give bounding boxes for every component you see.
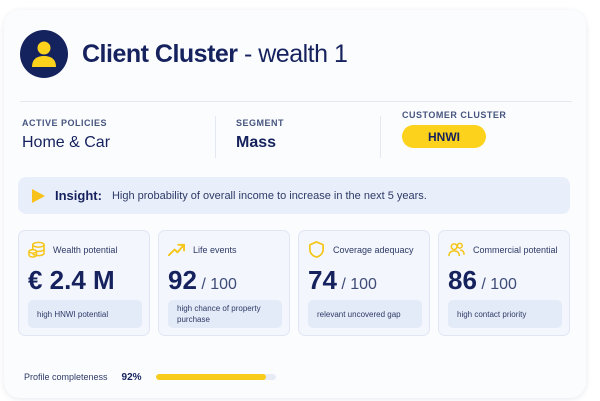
kpi-value-suffix: / 100: [476, 276, 517, 293]
progress-bar: [155, 374, 276, 380]
kpi-value: 86 / 100: [448, 265, 517, 296]
kpi-card-commercial-potential: Commercial potential 86 / 100 high conta…: [438, 230, 570, 336]
kpi-value-suffix: / 100: [196, 276, 237, 293]
coins-icon: [28, 241, 45, 258]
shield-icon: [309, 241, 324, 258]
active-policies: ACTIVE POLICIES Home & Car: [22, 118, 110, 152]
card-header: Client Cluster - wealth 1: [20, 30, 348, 78]
insight-text: High probability of overall income to in…: [111, 189, 427, 202]
kpi-card-coverage-adequacy: Coverage adequacy 74 / 100 relevant unco…: [298, 230, 430, 336]
segment-label: SEGMENT: [236, 118, 285, 128]
kpi-value-number: 86: [448, 265, 477, 295]
play-icon: [32, 188, 45, 203]
kpi-value: 74 / 100: [308, 265, 377, 296]
kpi-value: € 2.4 M: [28, 265, 115, 296]
profile-completeness-label: Profile completeness: [24, 372, 108, 382]
customer-cluster: CUSTOMER CLUSTER HNWI: [402, 110, 506, 148]
kpi-value-number: € 2.4 M: [28, 265, 115, 295]
trend-up-icon: [168, 243, 185, 257]
active-policies-label: ACTIVE POLICIES: [22, 118, 108, 128]
profile-completeness-percent: 92%: [121, 371, 142, 383]
kpi-value: 92 / 100: [168, 265, 237, 296]
kpi-value-suffix: / 100: [336, 276, 377, 293]
segment-value: Mass: [236, 134, 277, 151]
segment: SEGMENT Mass: [236, 118, 284, 152]
kpi-value-number: 92: [168, 265, 197, 295]
profile-completeness: Profile completeness 92%: [18, 363, 570, 391]
users-icon: [448, 242, 465, 257]
kpi-card-life-events: Life events 92 / 100 high chance of prop…: [158, 230, 290, 336]
insight-label: Insight:: [55, 188, 102, 203]
progress-bar-fill: [155, 374, 266, 380]
client-cluster-card: Client Cluster - wealth 1 ACTIVE POLICIE…: [4, 10, 586, 398]
kpi-note: high HNWI potential: [28, 300, 142, 328]
kpi-title: Wealth potential: [53, 244, 118, 255]
info-divider: [215, 116, 216, 158]
page-title-bold: Client Cluster: [82, 39, 238, 68]
kpi-title: Coverage adequacy: [333, 244, 414, 255]
kpi-note: relevant uncovered gap: [308, 300, 422, 328]
active-policies-value: Home & Car: [22, 134, 111, 151]
info-divider: [380, 116, 381, 158]
kpi-note: high contact priority: [448, 300, 562, 328]
kpi-value-number: 74: [308, 265, 337, 295]
header-divider: [20, 101, 572, 102]
kpi-note: high chance of property purchase: [168, 300, 282, 328]
page-title: Client Cluster - wealth 1: [82, 39, 348, 69]
insight-banner: Insight: High probability of overall inc…: [18, 177, 570, 214]
user-icon: [20, 30, 68, 78]
kpi-card-wealth-potential: Wealth potential € 2.4 M high HNWI poten…: [18, 230, 150, 336]
customer-cluster-badge: HNWI: [402, 125, 486, 148]
page-title-suffix: - wealth 1: [237, 39, 348, 68]
customer-cluster-label: CUSTOMER CLUSTER: [402, 110, 507, 120]
kpi-title: Life events: [193, 244, 237, 255]
kpi-title: Commercial potential: [473, 244, 558, 255]
